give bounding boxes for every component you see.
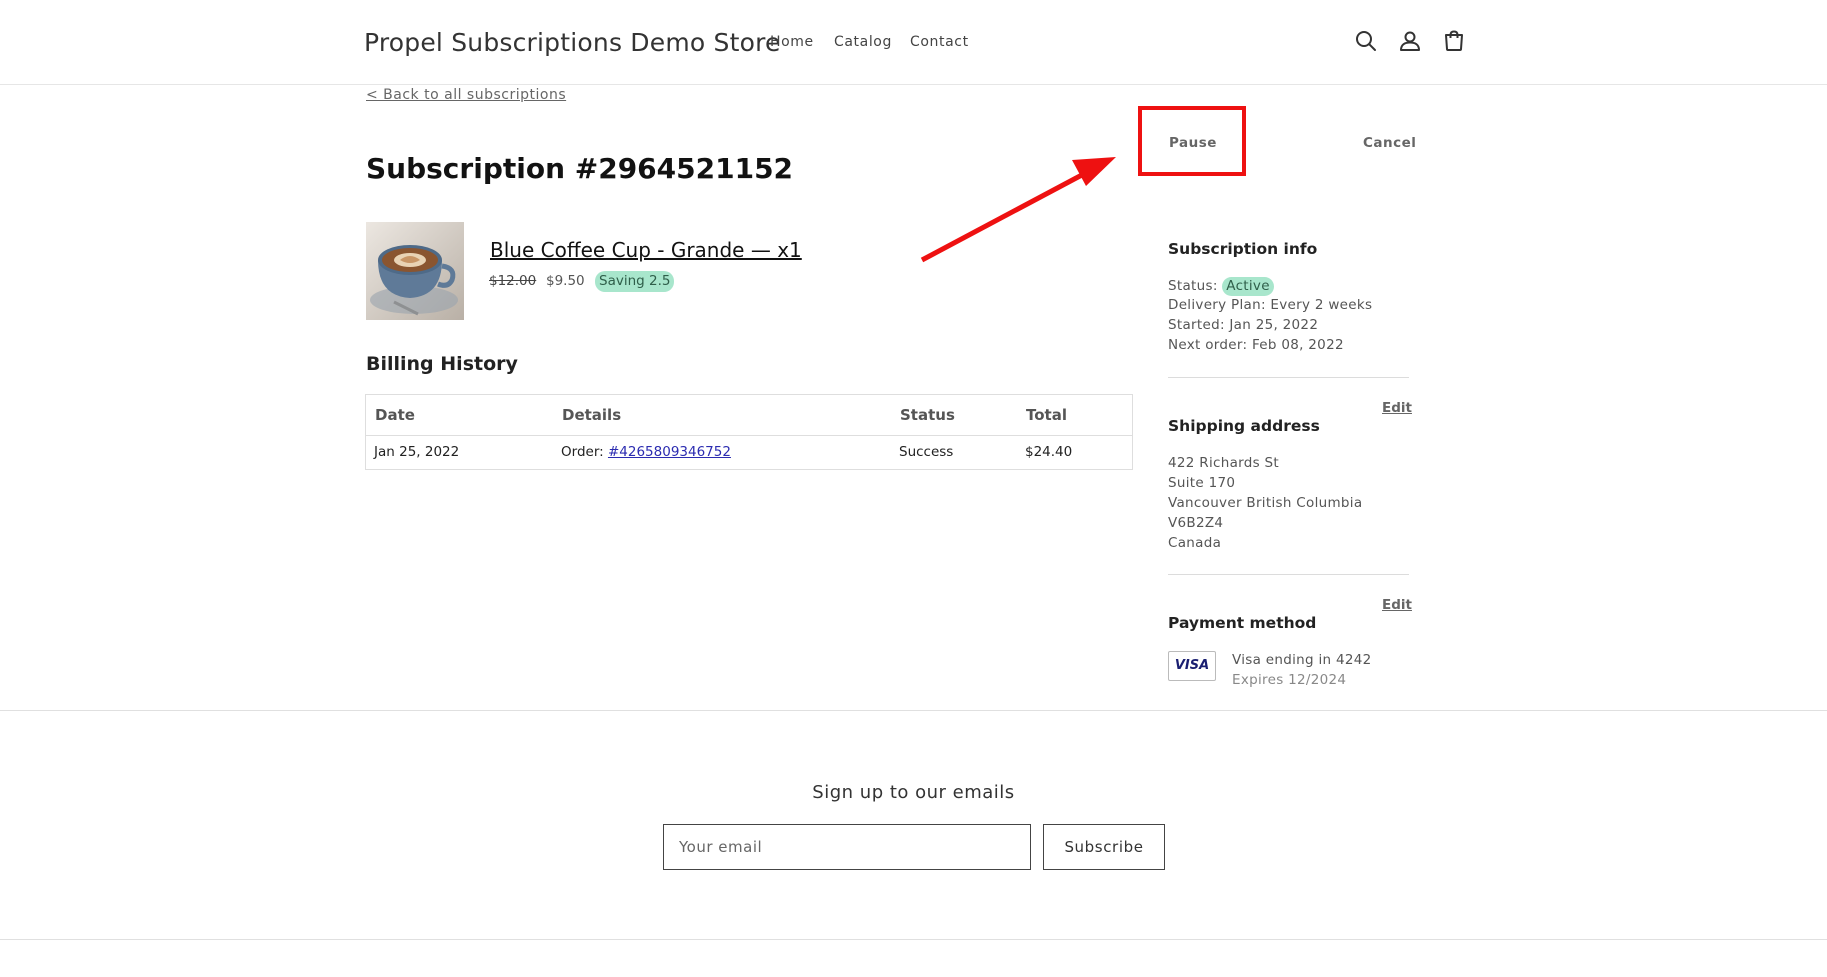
section-divider	[1168, 377, 1409, 378]
shipping-address-heading: Shipping address	[1168, 417, 1320, 435]
original-price: $12.00	[489, 273, 537, 289]
subscription-info-heading: Subscription info	[1168, 240, 1318, 258]
annotation-highlight-box	[1138, 106, 1246, 176]
payment-method-heading: Payment method	[1168, 614, 1317, 632]
status-badge: Active	[1222, 277, 1274, 296]
nav-home[interactable]: Home	[770, 34, 814, 50]
section-divider	[1168, 574, 1409, 575]
started-date: Started: Jan 25, 2022	[1168, 317, 1319, 333]
column-header-total: Total	[1026, 406, 1067, 424]
product-image[interactable]	[366, 222, 464, 320]
saving-badge: Saving 2.5	[595, 271, 675, 292]
cart-icon[interactable]	[1441, 28, 1467, 54]
row-details-prefix: Order:	[561, 444, 608, 460]
site-header: Propel Subscriptions Demo Store Home Cat…	[0, 0, 1827, 85]
row-date: Jan 25, 2022	[374, 444, 460, 460]
current-price: $9.50	[546, 273, 585, 289]
row-details: Order: #4265809346752	[561, 444, 731, 460]
coffee-cup-image	[366, 222, 464, 320]
store-logo[interactable]: Propel Subscriptions Demo Store	[364, 28, 781, 57]
delivery-plan: Delivery Plan: Every 2 weeks	[1168, 297, 1373, 313]
column-header-status: Status	[900, 406, 955, 424]
card-expiry: Expires 12/2024	[1232, 672, 1347, 688]
subscription-status: Status: Active	[1168, 277, 1274, 296]
column-header-date: Date	[375, 406, 415, 424]
billing-history-table: Date Details Status Total Jan 25, 2022 O…	[365, 394, 1133, 470]
order-number-link[interactable]: #4265809346752	[608, 444, 731, 460]
footer-bottom-divider	[0, 939, 1827, 940]
row-status: Success	[899, 444, 954, 460]
cancel-button[interactable]: Cancel	[1363, 135, 1416, 151]
next-order-date: Next order: Feb 08, 2022	[1168, 337, 1344, 353]
annotation-arrow-icon	[920, 157, 1116, 263]
edit-shipping-link[interactable]: Edit	[1382, 400, 1412, 416]
account-icon[interactable]	[1397, 28, 1423, 54]
nav-contact[interactable]: Contact	[910, 34, 969, 50]
status-label: Status:	[1168, 278, 1218, 294]
column-header-details: Details	[562, 406, 622, 424]
address-line-street: 422 Richards St	[1168, 455, 1280, 471]
address-line-postal: V6B2Z4	[1168, 515, 1224, 531]
address-line-suite: Suite 170	[1168, 475, 1236, 491]
product-name-link[interactable]: Blue Coffee Cup - Grande — x1	[490, 238, 802, 262]
email-input[interactable]	[663, 824, 1031, 870]
row-total: $24.40	[1025, 444, 1073, 460]
visa-card-icon: VISA	[1168, 651, 1216, 681]
billing-history-heading: Billing History	[366, 353, 518, 375]
back-to-subscriptions-link[interactable]: < Back to all subscriptions	[366, 87, 566, 103]
newsletter-heading: Sign up to our emails	[812, 782, 1015, 803]
address-line-city: Vancouver British Columbia	[1168, 495, 1363, 511]
footer-top-divider	[0, 710, 1827, 711]
search-icon[interactable]	[1353, 28, 1379, 54]
card-ending: Visa ending in 4242	[1232, 652, 1372, 668]
table-divider	[366, 435, 1132, 436]
edit-payment-link[interactable]: Edit	[1382, 597, 1412, 613]
nav-catalog[interactable]: Catalog	[834, 34, 892, 50]
page-title: Subscription #2964521152	[366, 152, 794, 185]
address-line-country: Canada	[1168, 535, 1222, 551]
subscribe-button[interactable]: Subscribe	[1043, 824, 1165, 870]
